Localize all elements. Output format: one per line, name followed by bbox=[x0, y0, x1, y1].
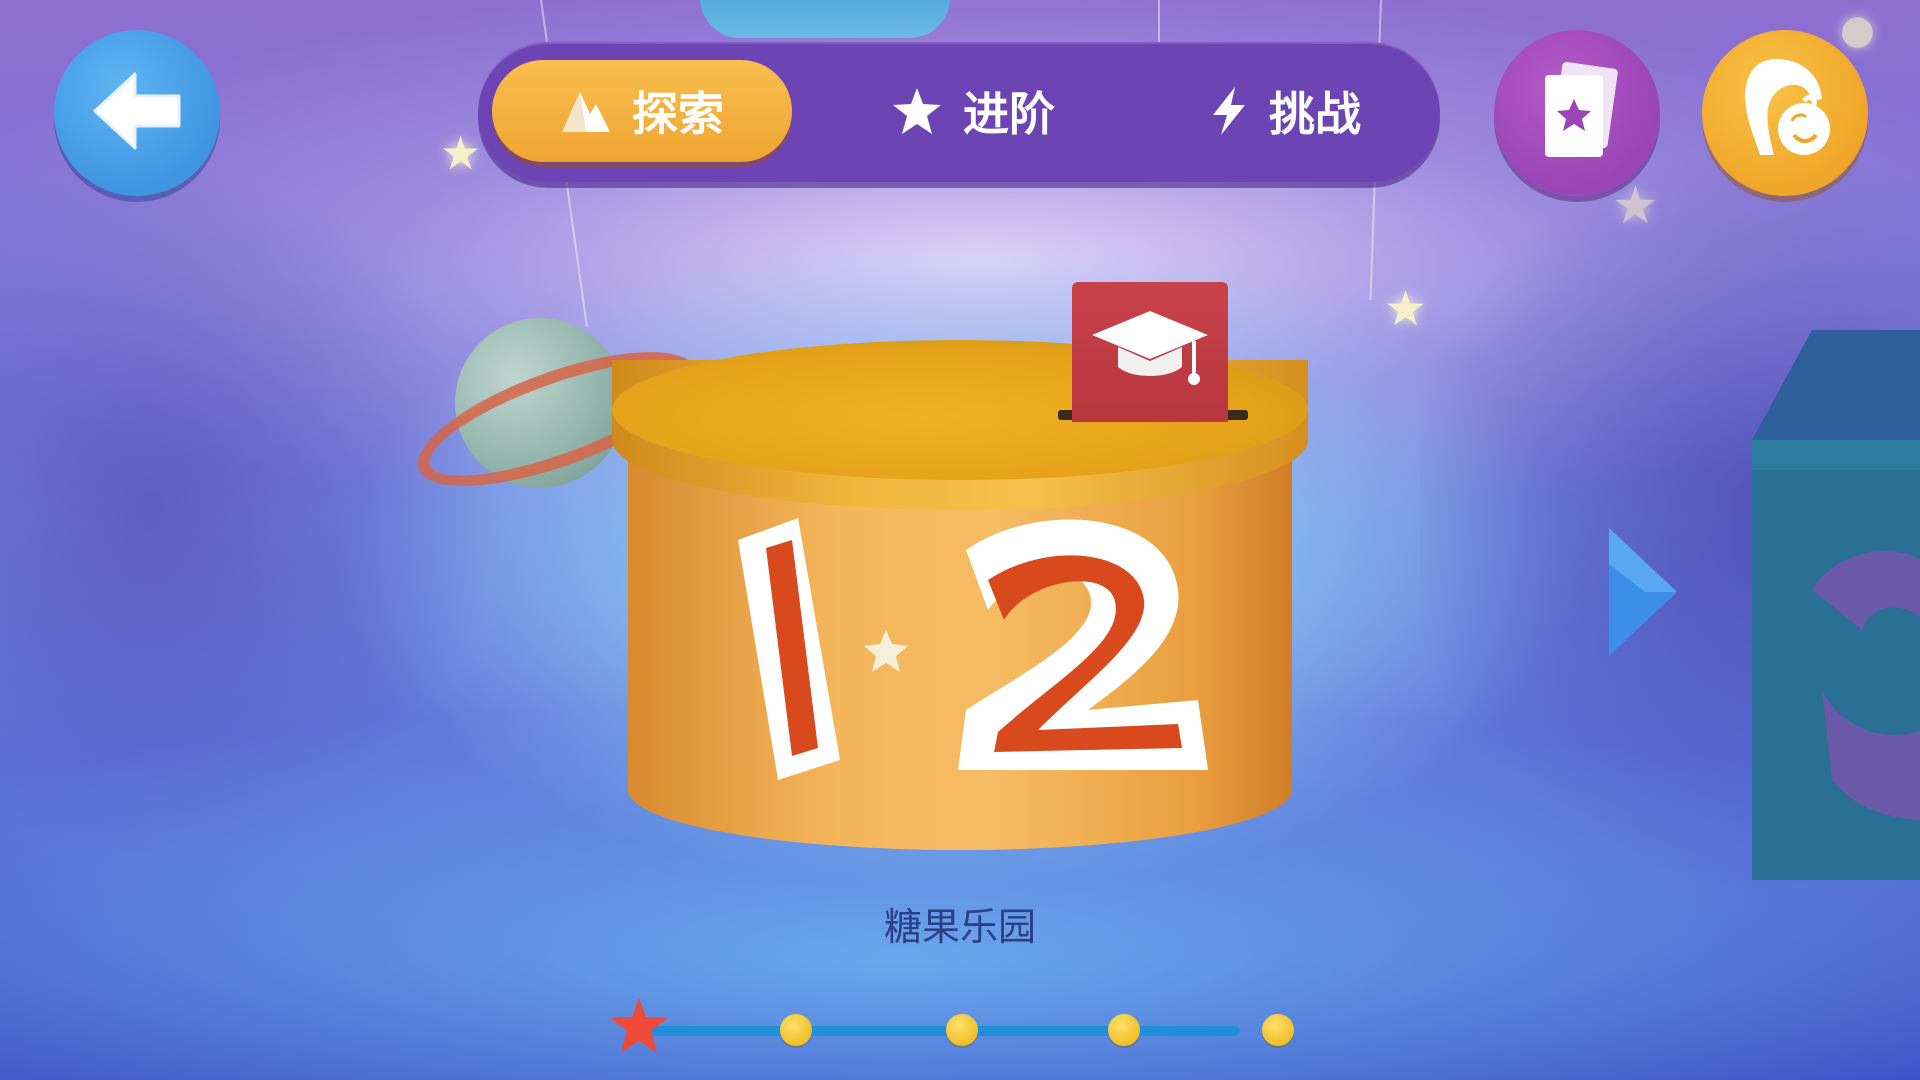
sparkle-star-icon: ★ bbox=[440, 126, 482, 180]
hanging-ornament bbox=[700, 0, 950, 38]
tab-advanced[interactable]: 进阶 bbox=[858, 60, 1088, 162]
level-numbers bbox=[738, 518, 1208, 780]
star-icon bbox=[891, 86, 943, 136]
current-stage-star-icon[interactable] bbox=[608, 996, 670, 1060]
stage-dot[interactable] bbox=[1262, 1014, 1294, 1046]
next-level-box-preview[interactable]: 3 bbox=[1752, 330, 1920, 880]
stage-dot[interactable] bbox=[946, 1014, 978, 1046]
stage-dot[interactable] bbox=[780, 1014, 812, 1046]
parent-profile-button[interactable] bbox=[1702, 30, 1868, 196]
mode-tab-bar: 探索 进阶 挑战 bbox=[478, 42, 1440, 182]
back-button[interactable] bbox=[54, 30, 220, 196]
sparkle-star-icon: ★ bbox=[1384, 281, 1428, 337]
mother-child-icon bbox=[1730, 51, 1840, 175]
progress-track bbox=[640, 1026, 1240, 1036]
star-card-icon bbox=[1535, 61, 1619, 165]
level-select-screen: ★ ★ ★ ● 探索 进阶 挑战 糖果乐园 bbox=[0, 0, 1920, 1080]
back-arrow-icon bbox=[87, 68, 187, 158]
level-progress bbox=[600, 990, 1300, 1070]
tab-challenge[interactable]: 挑战 bbox=[1170, 60, 1400, 162]
tab-challenge-label: 挑战 bbox=[1269, 87, 1361, 141]
level-box[interactable]: 1 2 bbox=[608, 280, 1308, 880]
background-haze bbox=[0, 160, 500, 860]
next-level-arrow[interactable] bbox=[1605, 524, 1681, 664]
tab-explore-label: 探索 bbox=[632, 87, 724, 141]
star-cards-button[interactable] bbox=[1494, 30, 1660, 196]
sparkle-star-icon: ● bbox=[1840, 7, 1875, 53]
graduation-cap-icon bbox=[1088, 305, 1212, 399]
stage-dot[interactable] bbox=[1108, 1014, 1140, 1046]
tab-advanced-label: 进阶 bbox=[963, 87, 1055, 141]
lesson-card[interactable] bbox=[1072, 282, 1228, 422]
level-number-graphic: 1 2 bbox=[708, 510, 1268, 810]
lightning-icon bbox=[1209, 85, 1249, 137]
tab-explore[interactable]: 探索 bbox=[492, 60, 792, 162]
mountain-icon bbox=[560, 88, 612, 134]
level-title: 糖果乐园 bbox=[883, 905, 1036, 949]
sparkle-star-icon: ★ bbox=[1612, 176, 1659, 236]
